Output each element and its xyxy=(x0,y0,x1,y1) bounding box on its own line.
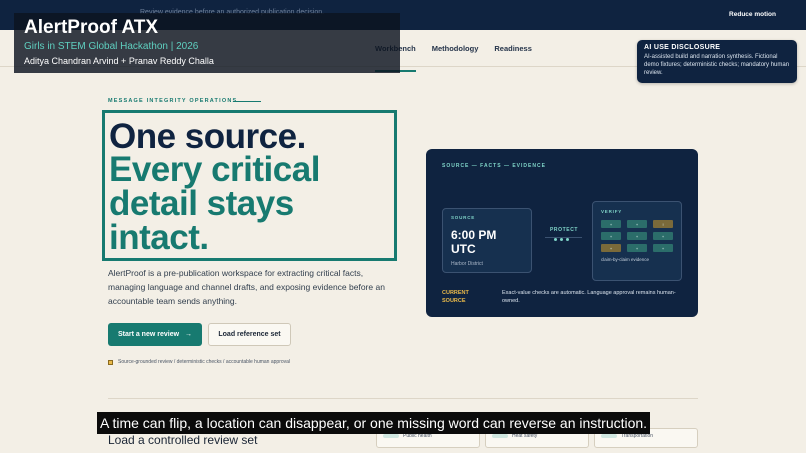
overlay-event: Girls in STEM Global Hackathon | 2026 xyxy=(24,41,199,52)
current-source-label: CURRENT SOURCE xyxy=(442,290,469,304)
hero-eyebrow: MESSAGE INTEGRITY OPERATIONS xyxy=(108,98,238,104)
section-title: Load a controlled review set xyxy=(108,433,258,447)
verify-cell: + xyxy=(601,220,621,228)
verify-box: VERIFY + + ! + + + + + + claim-by-claim … xyxy=(592,201,682,281)
tab-readiness[interactable]: Readiness xyxy=(494,44,532,72)
verify-cell: + xyxy=(653,244,673,252)
chip-bar-icon xyxy=(492,434,508,438)
video-title-overlay: AlertProof ATX Girls in STEM Global Hack… xyxy=(14,13,400,73)
verify-caption: claim-by-claim evidence xyxy=(601,257,650,262)
verify-cell: + xyxy=(601,232,621,240)
progress-dots-icon xyxy=(554,238,569,241)
eyebrow-rule xyxy=(233,101,261,102)
verify-cell: + xyxy=(627,244,647,252)
verify-cell: + xyxy=(627,220,647,228)
verify-cell: + xyxy=(601,244,621,252)
verify-cell: + xyxy=(627,232,647,240)
hero-footnote: Source-grounded review / deterministic c… xyxy=(108,359,290,365)
source-box: SOURCE 6:00 PM UTC Harbor District xyxy=(442,208,532,273)
video-subtitle: A time can flip, a location can disappea… xyxy=(97,412,651,434)
start-review-label: Start a new review xyxy=(117,331,180,338)
arrow-right-icon: → xyxy=(185,331,193,338)
source-label: SOURCE xyxy=(451,215,476,220)
overlay-project-title: AlertProof ATX xyxy=(24,17,159,38)
verify-label: VERIFY xyxy=(601,209,623,214)
chip-bar-icon xyxy=(601,434,617,438)
tab-methodology[interactable]: Methodology xyxy=(432,44,479,72)
start-review-button[interactable]: Start a new review → xyxy=(108,323,202,346)
headline-line-2: Every critical detail stays intact. xyxy=(109,150,320,257)
verify-cell-warning: ! xyxy=(653,220,673,228)
load-reference-button[interactable]: Load reference set xyxy=(208,323,291,346)
ai-disclosure-title: AI USE DISCLOSURE xyxy=(644,44,721,51)
overlay-authors: Aditya Chandran Arvind + Pranav Reddy Ch… xyxy=(24,56,214,66)
hero-lede: AlertProof is a pre-publication workspac… xyxy=(108,268,385,306)
verify-cell: + xyxy=(653,232,673,240)
current-source-note: Exact-value checks are automatic. Langua… xyxy=(502,290,676,304)
headline-line-1: One source. xyxy=(109,117,306,156)
card-eyebrow: SOURCE — FACTS — EVIDENCE xyxy=(442,163,546,169)
ai-disclosure-panel: AI USE DISCLOSURE AI-assisted build and … xyxy=(637,40,797,83)
source-location: Harbor District xyxy=(451,261,483,267)
footnote-text: Source-grounded review / deterministic c… xyxy=(118,359,291,365)
chip-bar-icon xyxy=(383,434,399,438)
verify-grid: + + ! + + + + + + xyxy=(601,220,673,252)
checkbox-icon xyxy=(108,359,113,365)
reduce-motion-button[interactable]: Reduce motion xyxy=(729,11,776,18)
flow-illustration-card: SOURCE — FACTS — EVIDENCE SOURCE 6:00 PM… xyxy=(426,149,698,317)
source-time: 6:00 PM UTC xyxy=(451,228,497,256)
hero-headline: One source. Every critical detail stays … xyxy=(102,110,397,261)
protect-label: PROTECT xyxy=(550,227,579,233)
section-divider xyxy=(108,398,698,399)
ai-disclosure-body: AI-assisted build and narration synthesi… xyxy=(644,54,790,76)
